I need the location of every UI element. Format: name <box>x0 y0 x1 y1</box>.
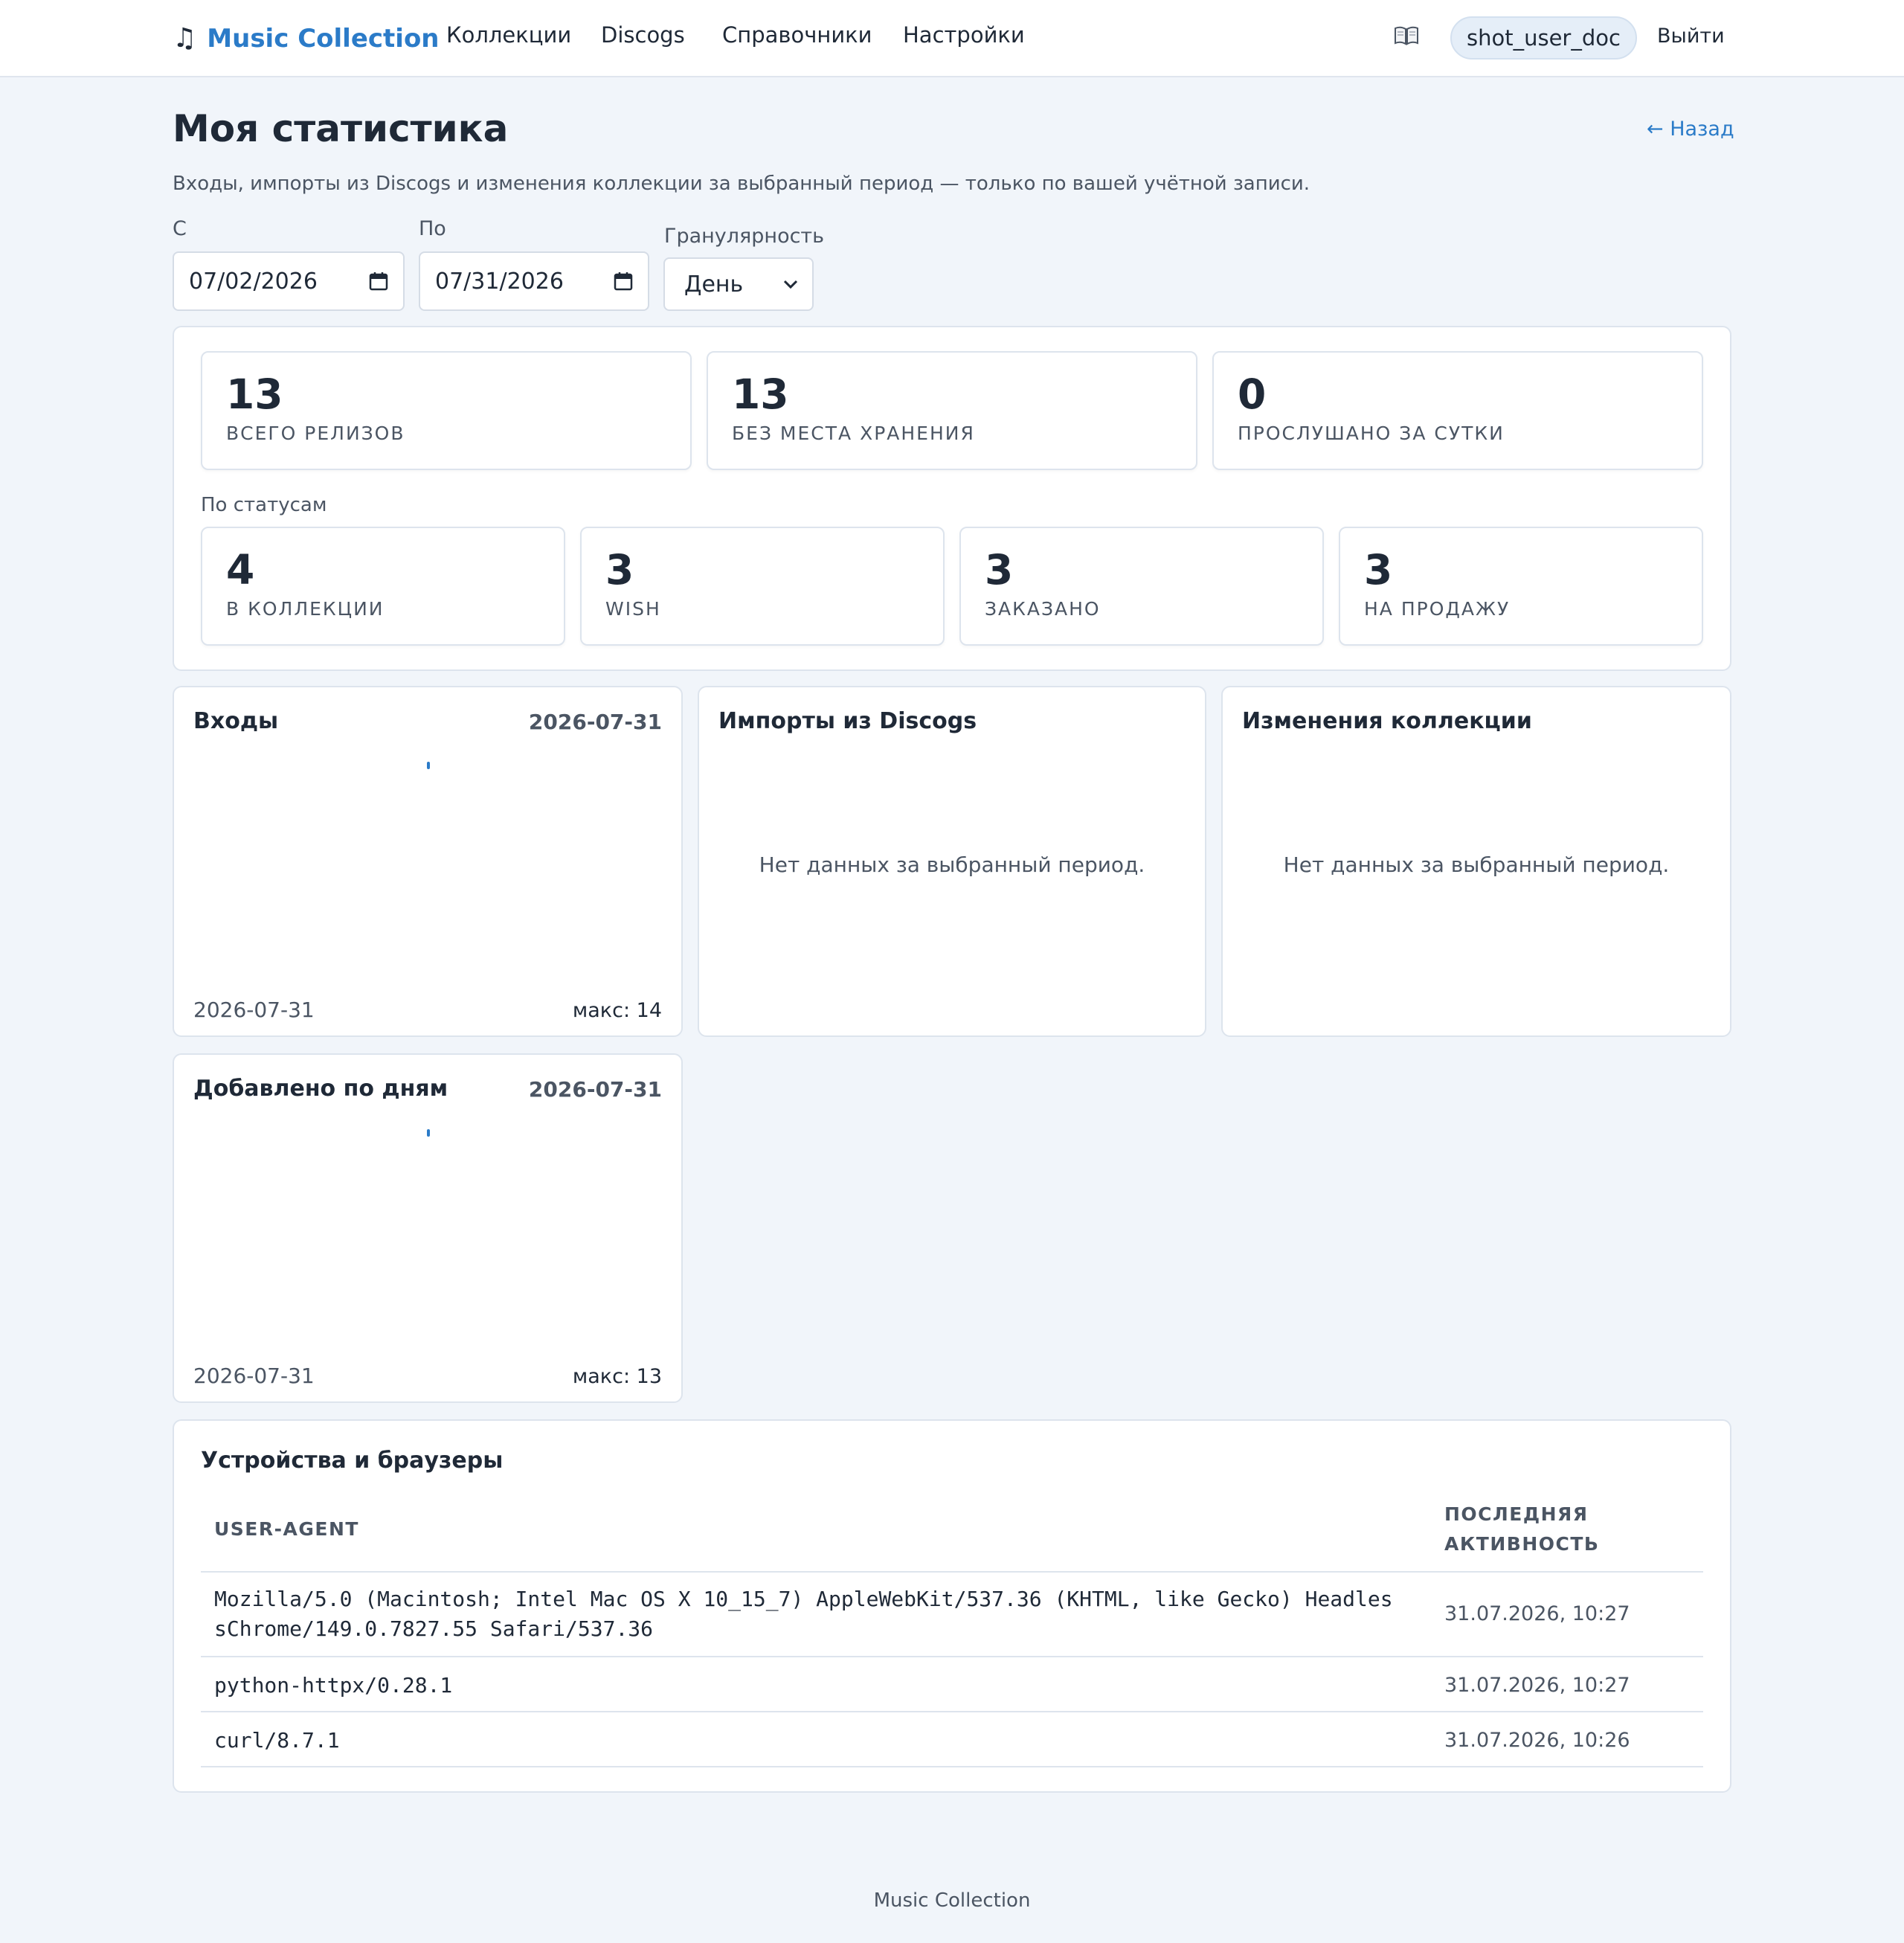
stat-label: НА ПРОДАЖУ <box>1364 598 1511 620</box>
column-header-last-activity: ПОСЛЕДНЯЯ АКТИВНОСТЬ <box>1444 1503 1600 1555</box>
stat-for-sale: 3 НА ПРОДАЖУ <box>1339 527 1703 646</box>
stat-ordered: 3 ЗАКАЗАНО <box>959 527 1324 646</box>
card-title: Входы <box>193 708 279 734</box>
empty-state: Нет данных за выбранный период. <box>1283 852 1670 877</box>
stat-value: 3 <box>605 546 634 594</box>
user-agent-cell: python-httpx/0.28.1 <box>214 1673 453 1698</box>
brand-link[interactable]: ♫ Music Collection <box>173 19 440 58</box>
card-axis-date: 2026-07-31 <box>193 998 315 1022</box>
nav-discogs[interactable]: Discogs <box>601 22 685 48</box>
card-axis-date: 2026-07-31 <box>193 1364 315 1388</box>
stat-value: 4 <box>226 546 255 594</box>
stat-value: 13 <box>226 370 283 418</box>
user-agent-cell: Mozilla/5.0 (Macintosh; Intel Mac OS X 1… <box>214 1587 1393 1641</box>
logout-button[interactable]: Выйти <box>1657 25 1725 48</box>
logins-chart-card: Входы 2026-07-31 2026-07-31 макс: 14 <box>173 686 683 1037</box>
last-activity-cell: 31.07.2026, 10:27 <box>1444 1674 1630 1697</box>
stat-listened-today: 0 ПРОСЛУШАНО ЗА СУТКИ <box>1212 351 1703 470</box>
card-title: Изменения коллекции <box>1242 708 1532 734</box>
date-from-input[interactable]: 07/02/2026 <box>173 251 405 311</box>
added-per-day-chart <box>427 1129 430 1137</box>
stat-value: 3 <box>1364 546 1393 594</box>
brand-name: Music Collection <box>207 24 440 54</box>
calendar-icon[interactable] <box>369 272 388 291</box>
card-title: Добавлено по дням <box>193 1076 448 1102</box>
granularity-label: Гранулярность <box>664 225 825 248</box>
divider <box>201 1711 1703 1712</box>
stat-label: ПРОСЛУШАНО ЗА СУТКИ <box>1238 423 1505 444</box>
date-from-value: 07/02/2026 <box>189 268 318 295</box>
added-per-day-card: Добавлено по дням 2026-07-31 2026-07-31 … <box>173 1053 683 1403</box>
back-link[interactable]: ← Назад <box>1647 118 1734 141</box>
stat-value: 3 <box>985 546 1014 594</box>
collection-changes-card: Изменения коллекции Нет данных за выбран… <box>1221 686 1731 1037</box>
card-date: 2026-07-31 <box>528 1077 662 1102</box>
card-max: макс: 14 <box>572 999 662 1022</box>
card-date: 2026-07-31 <box>528 710 662 734</box>
chart-bar-2026-07-31 <box>427 1129 430 1137</box>
stat-in-collection: 4 В КОЛЛЕКЦИИ <box>201 527 565 646</box>
discogs-imports-card: Импорты из Discogs Нет данных за выбранн… <box>698 686 1206 1037</box>
music-note-icon: ♫ <box>173 23 197 54</box>
stat-label: БЕЗ МЕСТА ХРАНЕНИЯ <box>732 423 975 444</box>
granularity-select[interactable]: День <box>663 257 814 311</box>
date-to-input[interactable]: 07/31/2026 <box>419 251 649 311</box>
date-to-value: 07/31/2026 <box>435 268 564 295</box>
stat-label: ВСЕГО РЕЛИЗОВ <box>226 423 405 444</box>
nav-collections[interactable]: Коллекции <box>446 22 571 48</box>
calendar-icon[interactable] <box>614 272 633 291</box>
divider <box>201 1656 1703 1657</box>
stat-total-releases: 13 ВСЕГО РЕЛИЗОВ <box>201 351 692 470</box>
stat-value: 0 <box>1238 370 1267 418</box>
last-activity-cell: 31.07.2026, 10:26 <box>1444 1729 1630 1752</box>
column-header-user-agent: USER-AGENT <box>214 1518 359 1540</box>
date-to-label: По <box>419 217 446 240</box>
logins-chart <box>427 762 430 769</box>
page-subtitle: Входы, импорты из Discogs и изменения ко… <box>173 173 1310 195</box>
user-agent-cell: curl/8.7.1 <box>214 1728 340 1753</box>
date-from-label: С <box>173 217 187 240</box>
stat-label: WISH <box>605 598 661 620</box>
top-navbar: ♫ Music Collection Коллекции Discogs Спр… <box>0 0 1904 77</box>
last-activity-cell: 31.07.2026, 10:27 <box>1444 1602 1630 1625</box>
stat-label: В КОЛЛЕКЦИИ <box>226 598 385 620</box>
chevron-down-icon <box>783 280 798 289</box>
page-footer: Music Collection <box>873 1889 1031 1912</box>
nav-references[interactable]: Справочники <box>722 22 872 48</box>
book-icon[interactable] <box>1394 25 1419 46</box>
nav-settings[interactable]: Настройки <box>903 22 1025 48</box>
stat-no-storage: 13 БЕЗ МЕСТА ХРАНЕНИЯ <box>707 351 1197 470</box>
card-title: Импорты из Discogs <box>718 708 977 734</box>
granularity-value: День <box>684 271 744 298</box>
stat-value: 13 <box>732 370 789 418</box>
card-max: макс: 13 <box>572 1365 662 1388</box>
chart-bar-2026-07-31 <box>427 762 430 769</box>
stat-label: ЗАКАЗАНО <box>985 598 1101 620</box>
devices-title: Устройства и браузеры <box>201 1448 504 1474</box>
by-status-heading: По статусам <box>201 494 327 516</box>
page-title: Моя статистика <box>173 107 509 150</box>
stat-wish: 3 WISH <box>580 527 945 646</box>
divider <box>201 1766 1703 1767</box>
divider <box>201 1571 1703 1573</box>
user-badge[interactable]: shot_user_doc <box>1450 16 1637 60</box>
empty-state: Нет данных за выбранный период. <box>759 852 1145 877</box>
